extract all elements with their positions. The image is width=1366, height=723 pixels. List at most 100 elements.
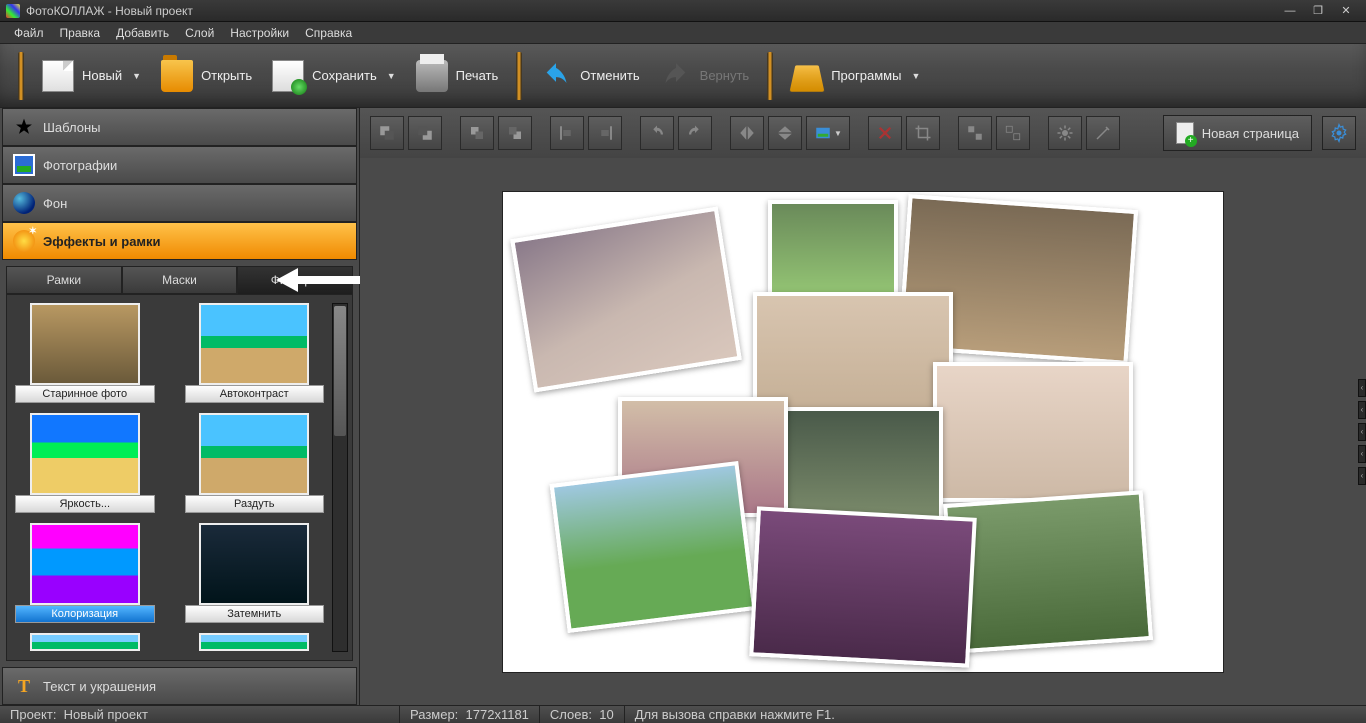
panel-handle[interactable]: ‹ xyxy=(1358,379,1366,397)
ungroup-button[interactable] xyxy=(996,116,1030,150)
accordion-background-label: Фон xyxy=(43,196,67,211)
filters-scrollbar[interactable] xyxy=(332,303,348,652)
filter-label: Старинное фото xyxy=(15,385,155,403)
window-title: ФотоКОЛЛАЖ - Новый проект xyxy=(26,4,1276,18)
collage-photo[interactable] xyxy=(933,362,1133,502)
canvas-stage[interactable]: ‹ ‹ ‹ ‹ ‹ xyxy=(360,158,1366,705)
rotate-left-button[interactable] xyxy=(640,116,674,150)
programs-button[interactable]: Программы ▼ xyxy=(781,56,930,96)
redo-button[interactable]: Вернуть xyxy=(650,56,760,96)
accordion-text[interactable]: T Текст и украшения xyxy=(2,667,357,705)
panel-handle[interactable]: ‹ xyxy=(1358,423,1366,441)
text-icon: T xyxy=(13,675,35,697)
accordion-photos[interactable]: Фотографии xyxy=(2,146,357,184)
filter-label: Раздуть xyxy=(185,495,325,513)
save-label: Сохранить xyxy=(312,68,377,83)
photo-icon xyxy=(13,154,35,176)
tab-frames[interactable]: Рамки xyxy=(6,266,122,294)
filter-darken[interactable]: Затемнить xyxy=(185,523,325,623)
accordion-effects[interactable]: Эффекты и рамки xyxy=(2,222,357,260)
effects-subtabs: Рамки Маски Фильтры xyxy=(6,266,353,294)
bring-forward-button[interactable] xyxy=(460,116,494,150)
dropdown-caret-icon: ▼ xyxy=(911,71,920,81)
panel-handle[interactable]: ‹ xyxy=(1358,467,1366,485)
printer-icon xyxy=(416,60,448,92)
folder-icon xyxy=(161,60,193,92)
filter-thumbnail xyxy=(199,523,309,605)
menu-help[interactable]: Справка xyxy=(297,26,360,40)
bring-front-button[interactable] xyxy=(370,116,404,150)
accordion-templates[interactable]: Шаблоны xyxy=(2,108,357,146)
menu-bar: Файл Правка Добавить Слой Настройки Спра… xyxy=(0,22,1366,44)
close-button[interactable]: ✕ xyxy=(1332,4,1360,17)
menu-file[interactable]: Файл xyxy=(6,26,52,40)
fit-page-button[interactable]: ▼ xyxy=(806,116,850,150)
filter-partial[interactable] xyxy=(185,633,325,651)
collage-photo[interactable] xyxy=(943,490,1153,654)
maximize-button[interactable]: ❐ xyxy=(1304,4,1332,17)
menu-add[interactable]: Добавить xyxy=(108,26,177,40)
filter-colorize[interactable]: Колоризация xyxy=(15,523,155,623)
delete-button[interactable] xyxy=(868,116,902,150)
box-icon xyxy=(791,60,823,92)
undo-button[interactable]: Отменить xyxy=(530,56,649,96)
align-right-button[interactable] xyxy=(588,116,622,150)
app-icon xyxy=(6,4,20,18)
status-help: Для вызова справки нажмите F1. xyxy=(625,706,1366,723)
group-button[interactable] xyxy=(958,116,992,150)
crop-button[interactable] xyxy=(906,116,940,150)
programs-label: Программы xyxy=(831,68,901,83)
panel-handle[interactable]: ‹ xyxy=(1358,445,1366,463)
filter-label: Затемнить xyxy=(185,605,325,623)
menu-settings[interactable]: Настройки xyxy=(222,26,297,40)
send-backward-button[interactable] xyxy=(498,116,532,150)
filter-thumbnail xyxy=(30,413,140,495)
page-settings-button[interactable] xyxy=(1322,116,1356,150)
accordion-background[interactable]: Фон xyxy=(2,184,357,222)
collage-photo[interactable] xyxy=(550,460,757,632)
flip-vertical-button[interactable] xyxy=(768,116,802,150)
open-label: Открыть xyxy=(201,68,252,83)
status-layers-value: 10 xyxy=(599,707,613,722)
filter-label: Колоризация xyxy=(15,605,155,623)
collage-photo[interactable] xyxy=(773,407,943,522)
print-button[interactable]: Печать xyxy=(406,56,509,96)
save-button[interactable]: Сохранить ▼ xyxy=(262,56,406,96)
toolbar-separator xyxy=(767,52,773,100)
settings-button[interactable] xyxy=(1048,116,1082,150)
align-left-button[interactable] xyxy=(550,116,584,150)
filter-inflate[interactable]: Раздуть xyxy=(185,413,325,513)
collage-photo[interactable] xyxy=(749,506,977,667)
star-icon xyxy=(13,116,35,138)
scrollbar-thumb[interactable] xyxy=(334,306,346,436)
status-size: Размер: 1772x1181 xyxy=(400,706,540,723)
filter-old-photo[interactable]: Старинное фото xyxy=(15,303,155,403)
status-project-value: Новый проект xyxy=(64,707,148,722)
filter-thumbnail xyxy=(30,303,140,385)
flip-horizontal-button[interactable] xyxy=(730,116,764,150)
filter-brightness[interactable]: Яркость... xyxy=(15,413,155,513)
filter-label: Яркость... xyxy=(15,495,155,513)
rotate-right-button[interactable] xyxy=(678,116,712,150)
send-back-button[interactable] xyxy=(408,116,442,150)
filter-thumbnail xyxy=(30,523,140,605)
panel-handle[interactable]: ‹ xyxy=(1358,401,1366,419)
new-icon xyxy=(42,60,74,92)
filter-label: Автоконтраст xyxy=(185,385,325,403)
menu-layer[interactable]: Слой xyxy=(177,26,222,40)
collage-photo[interactable] xyxy=(510,206,742,392)
accordion-effects-label: Эффекты и рамки xyxy=(43,234,161,249)
new-button[interactable]: Новый ▼ xyxy=(32,56,151,96)
minimize-button[interactable]: — xyxy=(1276,5,1304,17)
filter-partial[interactable] xyxy=(15,633,155,651)
collage-page[interactable] xyxy=(503,192,1223,672)
new-page-button[interactable]: Новая страница xyxy=(1163,115,1312,151)
magic-button[interactable] xyxy=(1086,116,1120,150)
status-size-label: Размер: xyxy=(410,707,458,722)
open-button[interactable]: Открыть xyxy=(151,56,262,96)
filter-autocontrast[interactable]: Автоконтраст xyxy=(185,303,325,403)
tab-masks[interactable]: Маски xyxy=(122,266,238,294)
toolbar-separator xyxy=(516,52,522,100)
menu-edit[interactable]: Правка xyxy=(52,26,109,40)
tab-filters[interactable]: Фильтры xyxy=(237,266,353,294)
